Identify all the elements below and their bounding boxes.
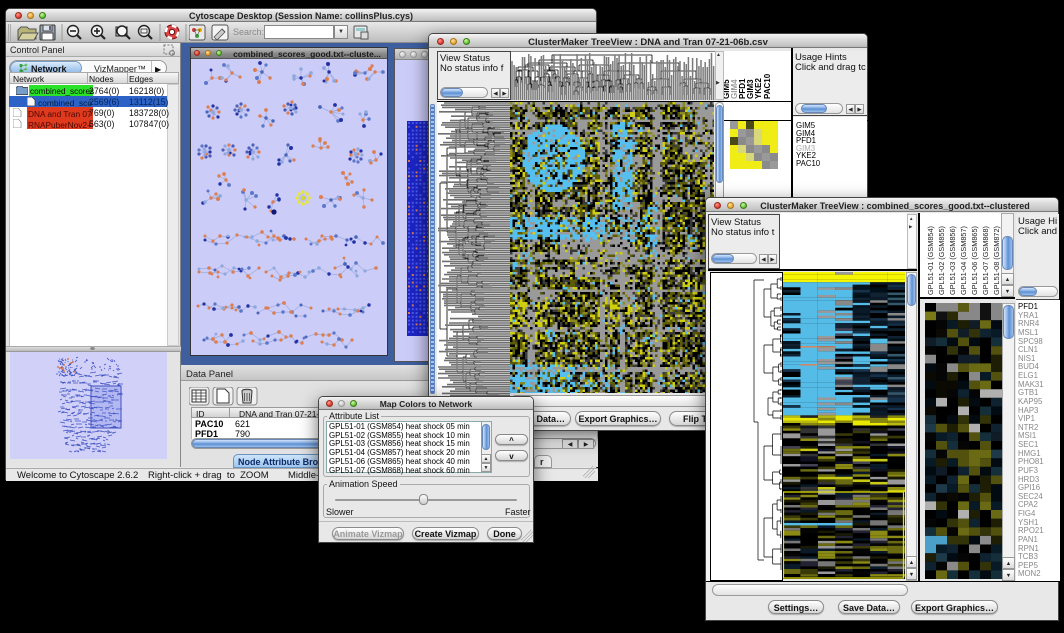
svg-text:GPL51-02 (GSM855): GPL51-02 (GSM855): [937, 226, 946, 295]
svg-text:GPL51-07 (GSM868): GPL51-07 (GSM868): [981, 226, 990, 295]
svg-text:GPL51-08 (GSM872): GPL51-08 (GSM872): [992, 226, 1001, 295]
svg-text:GPL51-06 (GSM865): GPL51-06 (GSM865): [970, 226, 979, 295]
svg-text:YKE2: YKE2: [754, 78, 763, 99]
svg-text:GPL51-04 (GSM857): GPL51-04 (GSM857): [959, 226, 968, 295]
svg-text:GPL51-01 (GSM854): GPL51-01 (GSM854): [926, 226, 935, 295]
svg-text:PAC10: PAC10: [763, 73, 772, 99]
svg-text:GPL51-03 (GSM856): GPL51-03 (GSM856): [948, 226, 957, 295]
